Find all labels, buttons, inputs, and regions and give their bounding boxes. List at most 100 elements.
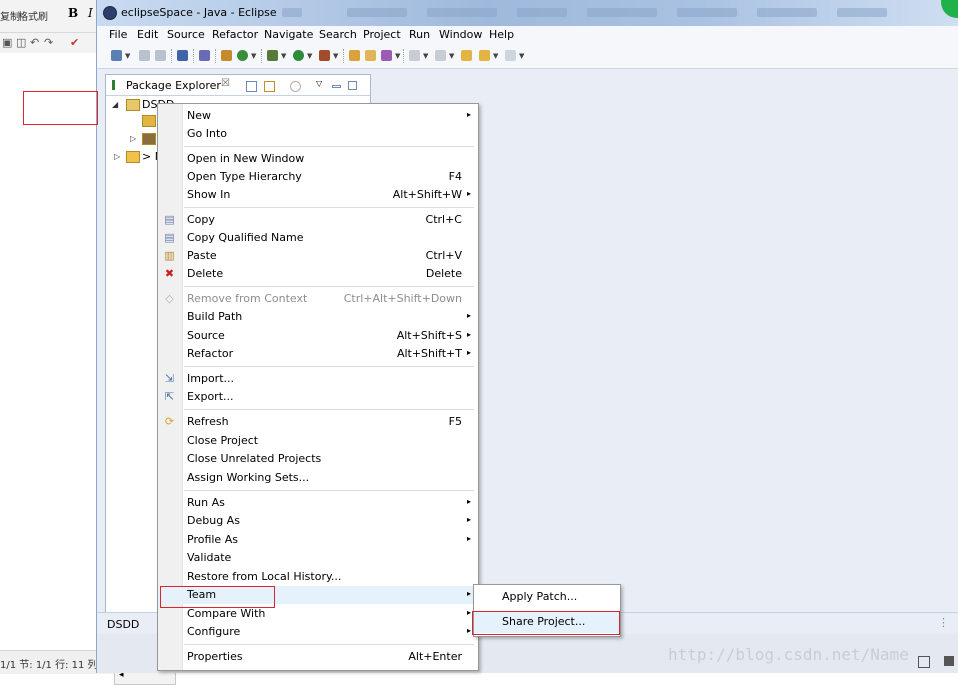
menu-item-restore-from-local-history[interactable]: Restore from Local History... <box>158 568 478 586</box>
undo-icon[interactable]: ↶ <box>30 36 39 49</box>
view-menu-icon[interactable]: ▽ <box>316 79 325 88</box>
new-class-icon[interactable] <box>237 50 248 61</box>
library-icon <box>142 133 156 145</box>
menu-item-properties[interactable]: Properties Alt+Enter <box>158 648 478 666</box>
tray-icon[interactable] <box>944 656 954 666</box>
menu-item-label: Build Path <box>187 310 243 323</box>
minimize-icon[interactable] <box>332 85 341 88</box>
toolbar-separator <box>403 49 405 63</box>
chevron-down-icon[interactable]: ▼ <box>125 52 130 60</box>
print-preview-icon[interactable]: ◫ <box>16 36 26 49</box>
save-icon[interactable] <box>139 50 150 61</box>
menu-item-run-as[interactable]: Run As ▸ <box>158 494 478 512</box>
chevron-down-icon[interactable]: ▼ <box>423 52 428 60</box>
link-with-editor-icon[interactable] <box>264 81 275 92</box>
menu-source[interactable]: Source <box>167 28 205 41</box>
tray-icon[interactable] <box>918 656 930 668</box>
menu-help[interactable]: Help <box>489 28 514 41</box>
chevron-down-icon[interactable]: ▼ <box>307 52 312 60</box>
menu-item-label: Configure <box>187 625 241 638</box>
run-icon[interactable] <box>293 50 304 61</box>
menu-item-validate[interactable]: Validate <box>158 549 478 567</box>
chevron-down-icon[interactable]: ▼ <box>251 52 256 60</box>
console-icon[interactable] <box>177 50 188 61</box>
collapsed-icon[interactable]: ▷ <box>130 134 136 143</box>
menu-item-go-into[interactable]: Go Into <box>158 125 478 143</box>
menu-item-configure[interactable]: Configure ▸ <box>158 623 478 641</box>
chevron-down-icon[interactable]: ▼ <box>281 52 286 60</box>
back-icon[interactable] <box>479 50 490 61</box>
chevron-down-icon[interactable]: ▼ <box>449 52 454 60</box>
status-grip: ⋮ <box>938 616 949 629</box>
menu-project[interactable]: Project <box>363 28 401 41</box>
save-all-icon[interactable] <box>155 50 166 61</box>
menu-item-open-type-hierarchy[interactable]: Open Type Hierarchy F4 <box>158 168 478 186</box>
package-explorer-tab-label[interactable]: Package Explorer <box>126 79 221 92</box>
menu-search[interactable]: Search <box>319 28 357 41</box>
menu-item-new[interactable]: New ▸ <box>158 107 478 125</box>
menu-item-close-project[interactable]: Close Project <box>158 432 478 450</box>
bold-button[interactable]: B <box>68 6 78 20</box>
chevron-down-icon[interactable]: ▼ <box>519 52 524 60</box>
menu-item-import[interactable]: ⇲ Import... <box>158 370 478 388</box>
close-icon[interactable]: ☒ <box>221 78 230 89</box>
menu-navigate[interactable]: Navigate <box>264 28 313 41</box>
source-folder-icon <box>142 115 156 127</box>
menu-item-close-unrelated-projects[interactable]: Close Unrelated Projects <box>158 450 478 468</box>
check-icon[interactable]: ✔ <box>70 36 79 49</box>
next-annotation-icon[interactable] <box>409 50 420 61</box>
debug-icon[interactable] <box>267 50 278 61</box>
window-titlebar[interactable]: eclipseSpace - Java - Eclipse <box>97 0 958 26</box>
menu-item-source[interactable]: Source Alt+Shift+S ▸ <box>158 327 478 345</box>
menu-item-copy[interactable]: ▤ Copy Ctrl+C <box>158 211 478 229</box>
redo-icon[interactable]: ↷ <box>44 36 53 49</box>
menu-item-open-in-new-window[interactable]: Open in New Window <box>158 150 478 168</box>
menu-item-assign-working-sets[interactable]: Assign Working Sets... <box>158 469 478 487</box>
project-folder-icon <box>126 99 140 111</box>
chevron-down-icon[interactable]: ▼ <box>333 52 338 60</box>
expanded-icon[interactable]: ◢ <box>112 100 118 109</box>
menu-item-shortcut: Ctrl+V <box>425 249 462 262</box>
ribbon-format-painter-label[interactable]: 格式刷 <box>18 8 48 23</box>
menu-window[interactable]: Window <box>439 28 482 41</box>
forward-icon[interactable] <box>505 50 516 61</box>
menu-item-paste[interactable]: ▥ Paste Ctrl+V <box>158 247 478 265</box>
menu-item-refactor[interactable]: Refactor Alt+Shift+T ▸ <box>158 345 478 363</box>
chevron-down-icon[interactable]: ▼ <box>493 52 498 60</box>
package-explorer-tab[interactable]: Package Explorer ☒ ▽ <box>106 75 370 96</box>
menu-file[interactable]: File <box>109 28 127 41</box>
menu-item-label: Import... <box>187 372 234 385</box>
previous-annotation-icon[interactable] <box>435 50 446 61</box>
submenu-arrow-icon: ▸ <box>466 626 471 635</box>
external-tools-icon[interactable] <box>319 50 330 61</box>
menu-item-build-path[interactable]: Build Path ▸ <box>158 308 478 326</box>
preview-icon[interactable]: ▣ <box>2 36 12 49</box>
menu-edit[interactable]: Edit <box>137 28 158 41</box>
open-resource-icon[interactable] <box>365 50 376 61</box>
new-package-icon[interactable] <box>221 50 232 61</box>
italic-button[interactable]: I <box>88 6 93 20</box>
menu-refactor[interactable]: Refactor <box>212 28 258 41</box>
menu-run[interactable]: Run <box>409 28 430 41</box>
menu-item-copy-qualified-name[interactable]: ▤ Copy Qualified Name <box>158 229 478 247</box>
collapsed-icon[interactable]: ▷ <box>114 152 120 161</box>
menu-item-profile-as[interactable]: Profile As ▸ <box>158 531 478 549</box>
menu-item-debug-as[interactable]: Debug As ▸ <box>158 512 478 530</box>
highlight-share-project-box <box>472 611 620 635</box>
menu-item-export[interactable]: ⇱ Export... <box>158 388 478 406</box>
pen-icon[interactable] <box>381 50 392 61</box>
menu-item-show-in[interactable]: Show In Alt+Shift+W ▸ <box>158 186 478 204</box>
menu-item-refresh[interactable]: ⟳ Refresh F5 <box>158 413 478 431</box>
new-icon[interactable] <box>111 50 122 61</box>
ribbon-copy-label[interactable]: 复制 <box>0 8 20 23</box>
collapse-all-icon[interactable] <box>246 81 257 92</box>
last-edit-icon[interactable] <box>461 50 472 61</box>
chevron-down-icon[interactable]: ▼ <box>395 52 400 60</box>
notification-badge[interactable] <box>941 0 958 18</box>
open-type-icon[interactable] <box>349 50 360 61</box>
submenu-item-apply-patch[interactable]: Apply Patch... <box>474 586 620 608</box>
maximize-icon[interactable] <box>348 81 357 90</box>
skip-breakpoints-icon[interactable] <box>199 50 210 61</box>
menu-item-delete[interactable]: ✖ Delete Delete <box>158 265 478 283</box>
focus-icon[interactable] <box>290 81 301 92</box>
